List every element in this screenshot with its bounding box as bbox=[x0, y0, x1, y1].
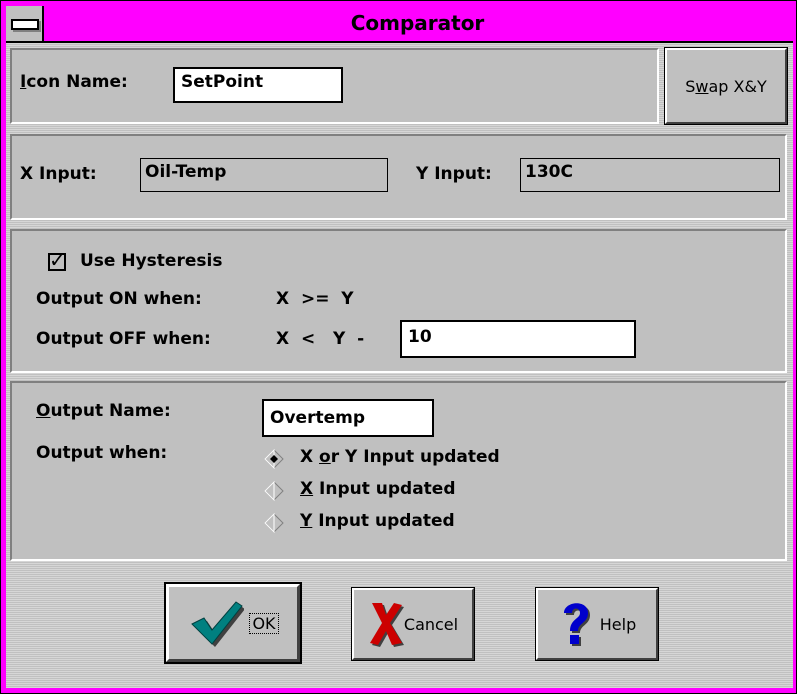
use-hysteresis-checkbox[interactable]: ✓ bbox=[48, 248, 66, 272]
icon-name-group: Icon Name: SetPoint bbox=[10, 48, 659, 124]
radio-y-updated[interactable] bbox=[264, 513, 284, 533]
ok-button[interactable]: OK bbox=[164, 582, 302, 664]
inputs-group: X Input: Oil-Temp Y Input: 130C bbox=[10, 134, 787, 220]
output-off-expression: X < Y - bbox=[276, 329, 365, 349]
output-group: Output Name: Overtemp Output when: X or … bbox=[10, 381, 787, 561]
output-when-label: Output when: bbox=[36, 443, 168, 463]
system-menu-button[interactable] bbox=[6, 6, 44, 41]
radio-x-updated-label[interactable]: X Input updated bbox=[300, 479, 456, 499]
window-title: Comparator bbox=[350, 11, 485, 35]
radio-y-updated-label[interactable]: Y Input updated bbox=[300, 511, 455, 531]
x-input-label: X Input: bbox=[20, 164, 97, 184]
help-button[interactable]: Help bbox=[535, 587, 659, 661]
x-input-field: Oil-Temp bbox=[140, 158, 388, 192]
checkmark-icon bbox=[191, 601, 245, 647]
y-input-label: Y Input: bbox=[416, 164, 492, 184]
check-mark-icon: ✓ bbox=[49, 248, 66, 272]
ok-label: OK bbox=[249, 612, 279, 634]
radio-xy-updated[interactable] bbox=[264, 449, 284, 469]
system-menu-icon bbox=[11, 19, 39, 30]
help-label: Help bbox=[599, 614, 637, 634]
output-on-label: Output ON when: bbox=[36, 289, 202, 309]
dialog-client: Icon Name: SetPoint Sw ap X&Y X Input: Oi… bbox=[6, 43, 793, 688]
y-input-field: 130C bbox=[520, 158, 780, 192]
question-icon bbox=[563, 603, 590, 646]
comparator-window: Comparator Icon Name: SetPoint Sw ap X&Y … bbox=[0, 0, 797, 694]
swap-xy-button[interactable]: Sw ap X&Y bbox=[664, 47, 788, 125]
cancel-label: Cancel bbox=[403, 614, 459, 634]
radio-x-updated[interactable] bbox=[264, 481, 284, 501]
cancel-button[interactable]: Cancel bbox=[351, 587, 475, 661]
use-hysteresis-label[interactable]: Use Hysteresis bbox=[80, 251, 222, 271]
icon-name-input[interactable]: SetPoint bbox=[173, 67, 343, 103]
x-icon bbox=[369, 603, 404, 647]
hysteresis-offset-input[interactable]: 10 bbox=[400, 320, 636, 358]
icon-name-label: Icon Name: bbox=[20, 72, 128, 92]
radio-xy-updated-label[interactable]: X or Y Input updated bbox=[300, 447, 500, 467]
output-name-label: Output Name: bbox=[36, 401, 171, 421]
title-bar[interactable]: Comparator bbox=[6, 6, 793, 43]
hysteresis-group: ✓ Use Hysteresis Output ON when: X >= Y … bbox=[10, 229, 787, 373]
output-name-input[interactable]: Overtemp bbox=[262, 399, 434, 437]
output-on-expression: X >= Y bbox=[276, 289, 354, 309]
output-off-label: Output OFF when: bbox=[36, 329, 211, 349]
